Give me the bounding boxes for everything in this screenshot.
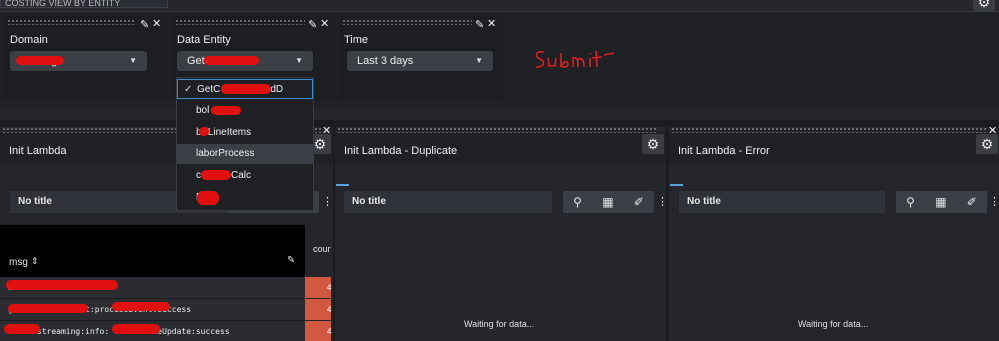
pencil-icon[interactable]: ✎ <box>140 18 149 31</box>
check-icon: ✓ <box>184 84 193 95</box>
redaction-mark <box>112 324 160 334</box>
submit-annotation <box>535 50 615 68</box>
redaction-mark <box>197 191 219 205</box>
search-title-bar[interactable]: No title <box>344 191 552 213</box>
close-icon[interactable]: ✕ <box>320 17 329 30</box>
sort-icon[interactable]: ⇕ <box>31 256 39 267</box>
time-filter: ✎ ✕ Time Last 3 days ▼ <box>338 16 503 100</box>
more-vertical-icon[interactable]: ⋮ <box>322 195 333 208</box>
redaction-mark <box>201 170 231 180</box>
dashboard-title: COSTING VIEW BY ENTITY <box>0 0 168 8</box>
search-title: No title <box>18 196 52 207</box>
panel-title: Init Lambda - Error <box>678 145 770 157</box>
pencil-icon[interactable]: ✎ <box>475 18 484 31</box>
redaction-mark <box>211 106 241 115</box>
time-select[interactable]: Last 3 days ▼ <box>347 51 493 71</box>
column-msg: msg <box>9 257 28 268</box>
redaction-mark <box>8 304 88 313</box>
search-title: No title <box>687 196 721 207</box>
drag-handle[interactable] <box>175 19 305 25</box>
option-label: GetC <box>197 84 221 95</box>
option-label: laborProcess <box>196 148 255 159</box>
column-count: cour <box>313 244 331 254</box>
panel-header: Init Lambda - Error <box>669 133 999 165</box>
dropdown-option[interactable]: bol <box>177 101 313 121</box>
dropdown-option[interactable]: laborProcess <box>177 144 313 164</box>
time-value: Last 3 days <box>357 55 414 67</box>
pencil-icon[interactable]: ✎ <box>287 255 295 266</box>
redaction-mark <box>112 302 170 311</box>
row-count: 4 <box>305 321 331 341</box>
close-icon[interactable]: ✕ <box>152 17 161 30</box>
data-entity-label: Data Entity <box>177 34 231 46</box>
panel-gear-icon[interactable]: ⚙ <box>976 134 998 154</box>
drag-handle[interactable] <box>7 19 135 25</box>
panel-init-lambda-error: ✕ Init Lambda - Error ⚙ No title ⚲ ▦ ✐ ⋮… <box>669 125 999 341</box>
caret-down-icon: ▼ <box>475 56 483 65</box>
option-label: bol <box>196 105 210 116</box>
table-header-count[interactable]: cour <box>305 225 333 277</box>
table-icon[interactable]: ▦ <box>602 195 613 209</box>
dashboard-top-bar: COSTING VIEW BY ENTITY ⚙ <box>0 0 999 12</box>
panel-title: Init Lambda - Duplicate <box>344 145 458 157</box>
domain-filter: ✎ ✕ Domain Costing ▼ <box>3 16 168 100</box>
time-label: Time <box>344 34 369 46</box>
loading-indicator <box>670 184 683 186</box>
redaction-mark <box>4 324 40 334</box>
domain-label: Domain <box>10 34 48 46</box>
table-header-msg[interactable]: msg ⇕ ✎ <box>0 225 305 277</box>
redaction-mark <box>199 127 209 136</box>
pencil-icon[interactable]: ✎ <box>308 18 317 31</box>
search-icon[interactable]: ⚲ <box>573 195 582 209</box>
option-label-suffix: Calc <box>231 170 252 181</box>
more-vertical-icon[interactable]: ⋮ <box>657 195 668 208</box>
redaction-mark <box>6 280 118 290</box>
redaction-mark <box>204 56 259 65</box>
status-text: Waiting for data... <box>464 319 535 329</box>
table-icon[interactable]: ▦ <box>935 195 946 209</box>
panel-gear-icon[interactable]: ⚙ <box>642 134 664 154</box>
caret-down-icon: ▼ <box>295 56 303 65</box>
search-icon[interactable]: ⚲ <box>906 195 915 209</box>
drag-handle[interactable] <box>342 19 472 25</box>
paintbrush-icon[interactable]: ✐ <box>634 195 644 209</box>
dropdown-option[interactable]: blLineItems <box>177 123 313 143</box>
panel-toolbar: ⚲ ▦ ✐ <box>896 191 987 213</box>
status-text: Waiting for data... <box>798 319 869 329</box>
row-count: 4 <box>305 277 331 298</box>
dashboard-gear-icon[interactable]: ⚙ <box>973 0 995 12</box>
search-title: No title <box>352 196 386 207</box>
section-divider <box>0 108 999 120</box>
panel-toolbar: ⚲ ▦ ✐ <box>563 191 654 213</box>
more-vertical-icon[interactable]: ⋮ <box>989 195 999 208</box>
redaction-mark <box>16 56 64 65</box>
option-label-suffix: dD <box>270 84 284 95</box>
panel-init-lambda-duplicate: Init Lambda - Duplicate ⚙ No title ⚲ ▦ ✐… <box>335 127 668 341</box>
row-count: 4 <box>305 299 331 320</box>
option-label-suffix: lLineItems <box>205 127 252 138</box>
dropdown-option[interactable]: c Calc <box>177 166 313 186</box>
data-entity-dropdown: ✓ GetC dD bol blLineItems laborProcess cC… <box>176 77 314 211</box>
redaction-mark <box>221 84 271 94</box>
panel-title: Init Lambda <box>9 145 67 157</box>
close-icon[interactable]: ✕ <box>487 17 496 30</box>
data-entity-value: Get <box>187 55 205 67</box>
caret-down-icon: ▼ <box>129 56 137 65</box>
search-title-bar[interactable]: No title <box>679 191 885 213</box>
panel-header: Init Lambda - Duplicate <box>335 133 666 165</box>
loading-indicator <box>336 184 349 186</box>
paintbrush-icon[interactable]: ✐ <box>967 195 977 209</box>
